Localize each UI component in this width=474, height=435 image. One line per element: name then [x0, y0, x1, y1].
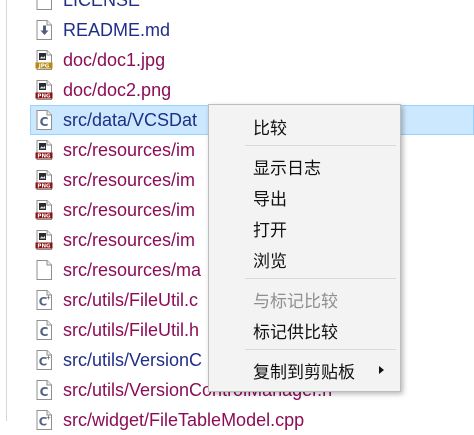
menu-item-label: 浏览: [253, 251, 287, 272]
menu-separator: [245, 145, 396, 146]
svg-text:PNG: PNG: [37, 244, 51, 250]
png-image-icon: PNG: [33, 229, 55, 251]
menu-item-label: 标记供比较: [253, 322, 338, 343]
cpp-source-icon: C +: [33, 349, 55, 371]
menu-item-open[interactable]: 打开: [209, 213, 400, 243]
context-menu: 比较 显示日志 导出 打开 浏览 与标记比较 标记供比较 复制到剪贴板: [208, 104, 401, 392]
file-name: README.md: [63, 20, 171, 40]
jpg-image-icon: JPG: [33, 49, 55, 71]
list-left-border: [6, 0, 7, 421]
svg-text:+: +: [46, 354, 51, 361]
file-name: src/resources/im: [63, 230, 196, 250]
file-name: doc/doc2.png: [63, 80, 172, 100]
menu-item-label: 复制到剪贴板: [253, 362, 355, 383]
svg-text:PNG: PNG: [37, 214, 51, 220]
menu-item-mark-for-compare[interactable]: 标记供比较: [209, 315, 400, 345]
list-item[interactable]: README.md: [30, 15, 474, 45]
file-name: src/data/VCSDat: [63, 110, 198, 130]
list-item[interactable]: JPG doc/doc1.jpg: [30, 45, 474, 75]
menu-item-copy-to-clipboard[interactable]: 复制到剪贴板: [209, 355, 400, 385]
file-name: LICENSE: [63, 0, 141, 10]
menu-item-compare-with-marked: 与标记比较: [209, 284, 400, 314]
submenu-arrow-icon: [379, 366, 384, 374]
file-name: src/resources/im: [63, 140, 196, 160]
menu-separator: [245, 349, 396, 350]
list-item[interactable]: LICENSE: [30, 0, 474, 15]
file-name: doc/doc1.jpg: [63, 50, 166, 70]
markdown-file-icon: [33, 19, 55, 41]
file-name: src/widget/FileTableModel.cpp: [63, 410, 305, 430]
png-image-icon: PNG: [33, 199, 55, 221]
menu-item-label: 导出: [253, 189, 287, 210]
menu-item-label: 显示日志: [253, 158, 321, 179]
menu-separator: [245, 278, 396, 279]
png-image-icon: PNG: [33, 139, 55, 161]
file-name: src/utils/VersionC: [63, 350, 203, 370]
png-image-icon: PNG: [33, 79, 55, 101]
svg-text:PNG: PNG: [37, 154, 51, 160]
png-image-icon: PNG: [33, 169, 55, 191]
svg-text:PNG: PNG: [37, 184, 51, 190]
svg-text:+: +: [46, 414, 51, 421]
menu-item-browse[interactable]: 浏览: [209, 244, 400, 274]
svg-text:C: C: [40, 115, 49, 129]
svg-text:C: C: [40, 385, 49, 399]
blank-file-icon: [33, 259, 55, 281]
menu-item-show-log[interactable]: 显示日志: [209, 151, 400, 181]
cpp-source-icon: C +: [33, 289, 55, 311]
file-name: src/utils/FileUtil.h: [63, 320, 200, 340]
blank-file-icon: [33, 0, 55, 11]
c-source-icon: C: [33, 319, 55, 341]
file-name: src/resources/im: [63, 170, 196, 190]
svg-text:PNG: PNG: [37, 94, 51, 100]
c-source-icon: C: [33, 109, 55, 131]
svg-text:JPG: JPG: [38, 64, 50, 70]
c-source-icon: C: [33, 379, 55, 401]
menu-item-label: 比较: [253, 118, 287, 139]
svg-text:C: C: [40, 325, 49, 339]
list-item[interactable]: PNG doc/doc2.png: [30, 75, 474, 105]
menu-item-label: 与标记比较: [253, 291, 338, 312]
menu-item-export[interactable]: 导出: [209, 182, 400, 212]
menu-item-label: 打开: [253, 220, 287, 241]
menu-item-compare[interactable]: 比较: [209, 111, 400, 141]
file-name: src/resources/ma: [63, 260, 202, 280]
cpp-source-icon: C +: [33, 409, 55, 431]
file-name: src/resources/im: [63, 200, 196, 220]
file-name: src/utils/FileUtil.c: [63, 290, 199, 310]
svg-text:+: +: [46, 294, 51, 301]
list-item[interactable]: C + src/widget/FileTableModel.cpp: [30, 405, 474, 435]
